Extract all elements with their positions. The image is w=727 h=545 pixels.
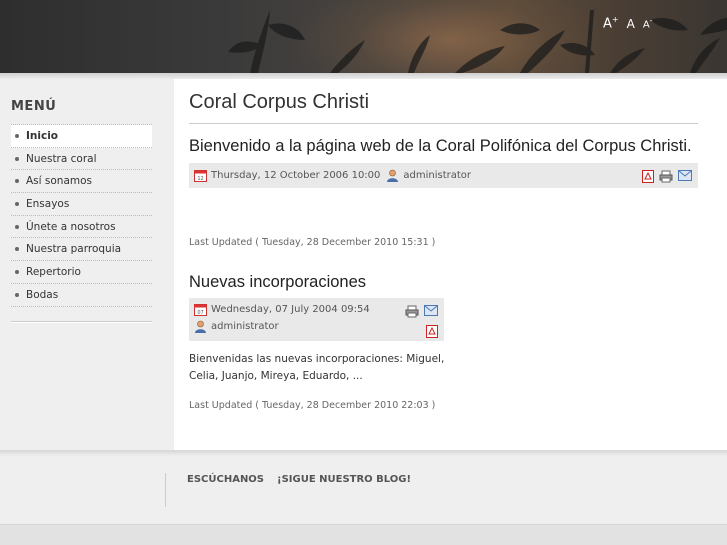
calendar-icon: 12 xyxy=(194,170,207,182)
font-increase-button[interactable]: A+ xyxy=(603,16,619,31)
title-divider xyxy=(189,123,698,124)
menu-item-nuestra-parroquia[interactable]: Nuestra parroquia xyxy=(11,238,152,262)
bullet-icon xyxy=(15,179,19,184)
article-meta: 12 Thursday, 12 October 2006 10:00 admin… xyxy=(189,163,698,188)
leaves-decoration xyxy=(228,10,727,73)
main-content: Coral Corpus Christi Bienvenido a la pág… xyxy=(174,79,727,450)
footer-divider xyxy=(165,473,166,507)
bullet-icon xyxy=(15,269,19,274)
article-date: Wednesday, 07 July 2004 09:54 xyxy=(211,304,370,315)
print-icon[interactable] xyxy=(405,305,419,318)
footer-link-escuchanos[interactable]: ESCÚCHANOS xyxy=(187,474,264,485)
pdf-icon[interactable] xyxy=(426,325,438,338)
menu-title: MENÚ xyxy=(11,99,57,114)
menu-item-bodas[interactable]: Bodas xyxy=(11,284,152,307)
svg-text:12: 12 xyxy=(197,176,203,182)
bullet-icon xyxy=(15,292,19,297)
email-icon[interactable] xyxy=(678,170,692,181)
menu-item-nuestra-coral[interactable]: Nuestra coral xyxy=(11,148,152,171)
article-author: administrator xyxy=(403,170,472,181)
menu-separator xyxy=(11,321,152,323)
font-decrease-button[interactable]: A- xyxy=(643,17,653,30)
email-icon[interactable] xyxy=(424,305,438,316)
article-title[interactable]: Nuevas incorporaciones xyxy=(189,273,366,292)
bullet-icon xyxy=(15,156,19,161)
calendar-icon: 07 xyxy=(194,304,207,316)
main-menu: Inicio Nuestra coral Así sonamos Ensayos… xyxy=(11,124,152,307)
menu-item-ensayos[interactable]: Ensayos xyxy=(11,193,152,216)
bottom-band xyxy=(0,524,727,545)
article-author: administrator xyxy=(211,321,279,332)
svg-text:07: 07 xyxy=(197,310,203,316)
user-icon xyxy=(195,320,206,333)
article-updated: Last Updated ( Tuesday, 28 December 2010… xyxy=(189,400,436,411)
menu-item-unete[interactable]: Únete a nosotros xyxy=(11,216,152,239)
font-reset-button[interactable]: A xyxy=(627,18,635,30)
print-icon[interactable] xyxy=(659,170,673,183)
menu-item-inicio[interactable]: Inicio xyxy=(11,125,152,148)
article-date: Thursday, 12 October 2006 10:00 xyxy=(211,170,381,181)
pdf-icon[interactable] xyxy=(642,170,654,183)
bullet-icon xyxy=(15,133,19,138)
bullet-icon xyxy=(15,224,19,229)
bullet-icon xyxy=(15,201,19,206)
font-size-tools: A+ A A- xyxy=(603,16,653,31)
header-banner: A+ A A- xyxy=(0,0,727,73)
article-meta: 07 Wednesday, 07 July 2004 09:54 adminis… xyxy=(189,298,444,341)
footer-links: ESCÚCHANOS ¡SIGUE NUESTRO BLOG! xyxy=(187,474,411,485)
article-updated: Last Updated ( Tuesday, 28 December 2010… xyxy=(189,237,436,248)
page-title: Coral Corpus Christi xyxy=(189,91,370,113)
footer: ESCÚCHANOS ¡SIGUE NUESTRO BLOG! xyxy=(0,456,727,524)
menu-item-repertorio[interactable]: Repertorio xyxy=(11,261,152,284)
article-title[interactable]: Bienvenido a la página web de la Coral P… xyxy=(189,137,692,156)
bullet-icon xyxy=(15,247,19,252)
footer-link-blog[interactable]: ¡SIGUE NUESTRO BLOG! xyxy=(277,474,411,485)
article-intro: Bienvenidas las nuevas incorporaciones: … xyxy=(189,353,445,382)
sidebar: MENÚ Inicio Nuestra coral Así sonamos En… xyxy=(0,79,174,450)
menu-item-asi-sonamos[interactable]: Así sonamos xyxy=(11,170,152,194)
user-icon xyxy=(387,169,399,182)
